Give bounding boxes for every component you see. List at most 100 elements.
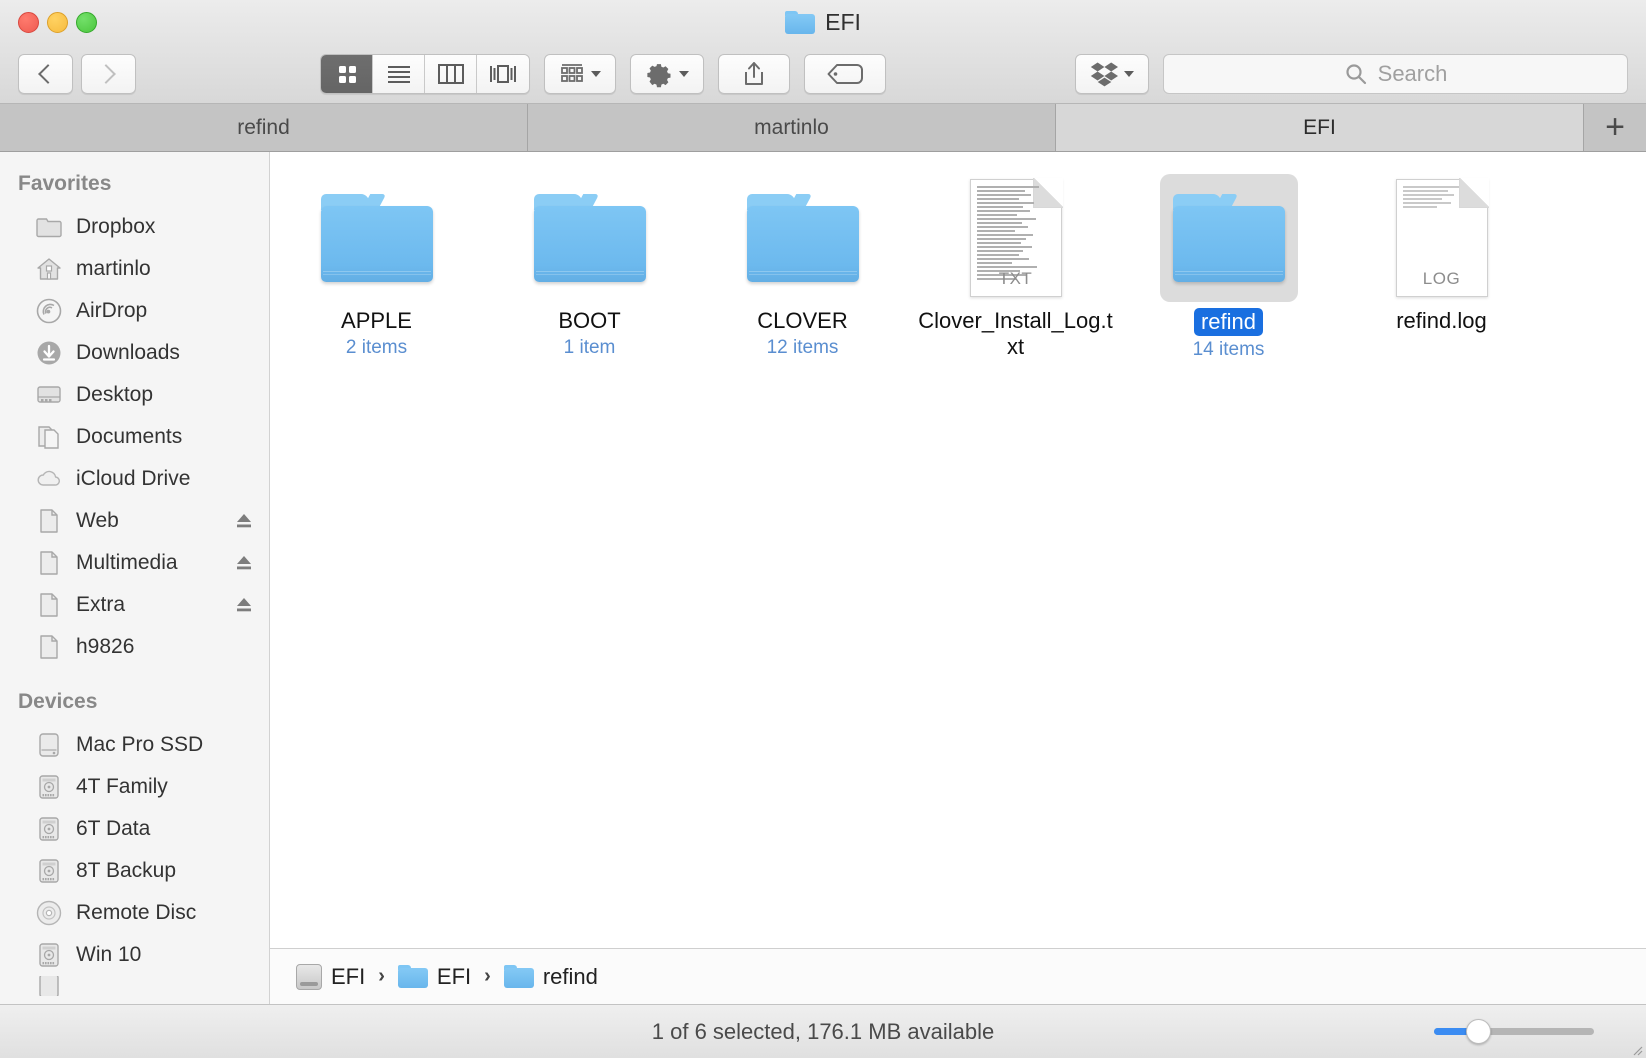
file-item-boot[interactable]: BOOT 1 item bbox=[483, 164, 696, 374]
file-item-refind-log[interactable]: LOG refind.log bbox=[1335, 164, 1548, 374]
file-extension-label: TXT bbox=[998, 269, 1033, 288]
file-name: CLOVER bbox=[757, 308, 848, 333]
resize-grip[interactable] bbox=[1629, 1042, 1643, 1056]
sidebar-item-downloads[interactable]: Downloads bbox=[0, 332, 269, 374]
sidebar-item-dropbox[interactable]: Dropbox bbox=[0, 206, 269, 248]
sidebar-item-multimedia[interactable]: Multimedia bbox=[0, 542, 269, 584]
sidebar-item-6t-data[interactable]: 6T Data bbox=[0, 808, 269, 850]
view-mode-segmented-control bbox=[320, 54, 530, 94]
window-title-text: EFI bbox=[825, 9, 861, 35]
tags-button[interactable] bbox=[804, 54, 886, 94]
document-icon bbox=[36, 508, 62, 534]
file-item-clover-install-log[interactable]: TXT Clover_Install_Log.txt bbox=[909, 164, 1122, 374]
back-icon bbox=[38, 64, 58, 84]
sidebar-item-h9826[interactable]: h9826 bbox=[0, 626, 269, 668]
path-segment-refind[interactable]: refind bbox=[503, 964, 598, 990]
action-button[interactable] bbox=[630, 54, 704, 94]
folder-icon bbox=[36, 214, 62, 240]
toolbar: Search bbox=[0, 45, 1646, 104]
eject-icon[interactable] bbox=[235, 554, 253, 572]
dropbox-icon bbox=[1090, 62, 1118, 87]
folder-icon bbox=[785, 11, 816, 34]
file-item-refind[interactable]: refind 14 items bbox=[1122, 164, 1335, 374]
file-subtitle: 1 item bbox=[563, 336, 616, 358]
external-drive-icon bbox=[36, 774, 62, 800]
sidebar-item-web[interactable]: Web bbox=[0, 500, 269, 542]
tag-icon bbox=[827, 64, 863, 84]
close-button[interactable] bbox=[18, 12, 39, 33]
external-drive-icon bbox=[36, 976, 62, 996]
sidebar-item-label: Downloads bbox=[76, 341, 180, 364]
gallery-icon bbox=[490, 65, 516, 83]
list-icon bbox=[387, 66, 410, 83]
sidebar-section-devices-title: Devices bbox=[18, 690, 98, 713]
slider-knob[interactable] bbox=[1466, 1019, 1491, 1044]
eject-icon[interactable] bbox=[235, 512, 253, 530]
traffic-lights bbox=[18, 12, 97, 33]
file-grid: APPLE 2 items BOOT 1 item CLOVER 12 item… bbox=[270, 152, 1646, 948]
sidebar-item-win-10[interactable]: Win 10 bbox=[0, 934, 269, 976]
tab-efi[interactable]: EFI bbox=[1056, 104, 1584, 151]
sidebar-item-airdrop[interactable]: AirDrop bbox=[0, 290, 269, 332]
forward-button[interactable] bbox=[81, 54, 136, 94]
path-segment-efi[interactable]: EFI bbox=[397, 964, 471, 990]
sidebar-item-extra[interactable]: Extra bbox=[0, 584, 269, 626]
new-tab-button[interactable]: + bbox=[1584, 104, 1646, 151]
txt-document-icon: TXT bbox=[969, 178, 1063, 297]
sidebar-item-icloud-drive[interactable]: iCloud Drive bbox=[0, 458, 269, 500]
optical-disc-icon bbox=[36, 900, 62, 926]
path-segment-volume[interactable]: EFI bbox=[296, 963, 366, 990]
sidebar-item-documents[interactable]: Documents bbox=[0, 416, 269, 458]
title-bar: EFI bbox=[0, 0, 1646, 45]
sidebar-item-label: Web bbox=[76, 509, 119, 532]
sidebar-item-8t-backup[interactable]: 8T Backup bbox=[0, 850, 269, 892]
sidebar: Favorites Dropbox martinlo AirDrop Downl… bbox=[0, 152, 270, 1004]
tab-martinlo[interactable]: martinlo bbox=[528, 104, 1056, 151]
file-icon-container bbox=[521, 174, 659, 302]
eject-icon[interactable] bbox=[235, 596, 253, 614]
sidebar-item-desktop[interactable]: Desktop bbox=[0, 374, 269, 416]
sidebar-item-4t-family[interactable]: 4T Family bbox=[0, 766, 269, 808]
sidebar-item-remote-disc[interactable]: Remote Disc bbox=[0, 892, 269, 934]
sidebar-item-label: Win 10 bbox=[76, 943, 142, 966]
drive-icon bbox=[296, 963, 322, 990]
back-button[interactable] bbox=[18, 54, 73, 94]
file-item-apple[interactable]: APPLE 2 items bbox=[270, 164, 483, 374]
chevron-down-icon bbox=[591, 71, 601, 77]
dropbox-button[interactable] bbox=[1075, 54, 1149, 94]
tab-refind[interactable]: refind bbox=[0, 104, 528, 151]
folder-icon bbox=[1172, 194, 1285, 282]
sidebar-item-mac-pro-ssd[interactable]: Mac Pro SSD bbox=[0, 724, 269, 766]
zoom-button[interactable] bbox=[76, 12, 97, 33]
search-input[interactable]: Search bbox=[1163, 54, 1628, 94]
desktop-icon bbox=[36, 382, 62, 408]
search-placeholder: Search bbox=[1377, 61, 1448, 86]
sidebar-item-label: martinlo bbox=[76, 257, 151, 280]
gallery-view-button[interactable] bbox=[477, 55, 529, 93]
cloud-icon bbox=[36, 466, 62, 492]
share-button[interactable] bbox=[718, 54, 790, 94]
list-view-button[interactable] bbox=[373, 55, 425, 93]
home-icon bbox=[36, 256, 62, 282]
sidebar-item-label: Desktop bbox=[76, 383, 154, 406]
file-subtitle: 2 items bbox=[345, 336, 408, 358]
icon-size-slider[interactable] bbox=[1434, 1019, 1594, 1044]
columns-icon bbox=[437, 64, 464, 84]
arrange-button[interactable] bbox=[544, 54, 616, 94]
sidebar-item-label: Mac Pro SSD bbox=[76, 733, 204, 756]
icon-view-button[interactable] bbox=[321, 55, 373, 93]
minimize-button[interactable] bbox=[47, 12, 68, 33]
document-icon bbox=[36, 592, 62, 618]
folder-icon bbox=[533, 194, 646, 282]
file-item-clover[interactable]: CLOVER 12 items bbox=[696, 164, 909, 374]
file-subtitle: 14 items bbox=[1192, 338, 1265, 360]
column-view-button[interactable] bbox=[425, 55, 477, 93]
file-name: BOOT bbox=[558, 308, 621, 333]
sidebar-item-martinlo[interactable]: martinlo bbox=[0, 248, 269, 290]
file-name: Clover_Install_Log.txt bbox=[918, 308, 1113, 359]
path-bar: EFI › EFI › refind bbox=[270, 948, 1646, 1004]
path-segment-label: EFI bbox=[331, 963, 366, 989]
content-area: APPLE 2 items BOOT 1 item CLOVER 12 item… bbox=[270, 152, 1646, 1004]
sidebar-item-partial[interactable] bbox=[0, 976, 269, 996]
search-icon bbox=[1346, 64, 1366, 85]
